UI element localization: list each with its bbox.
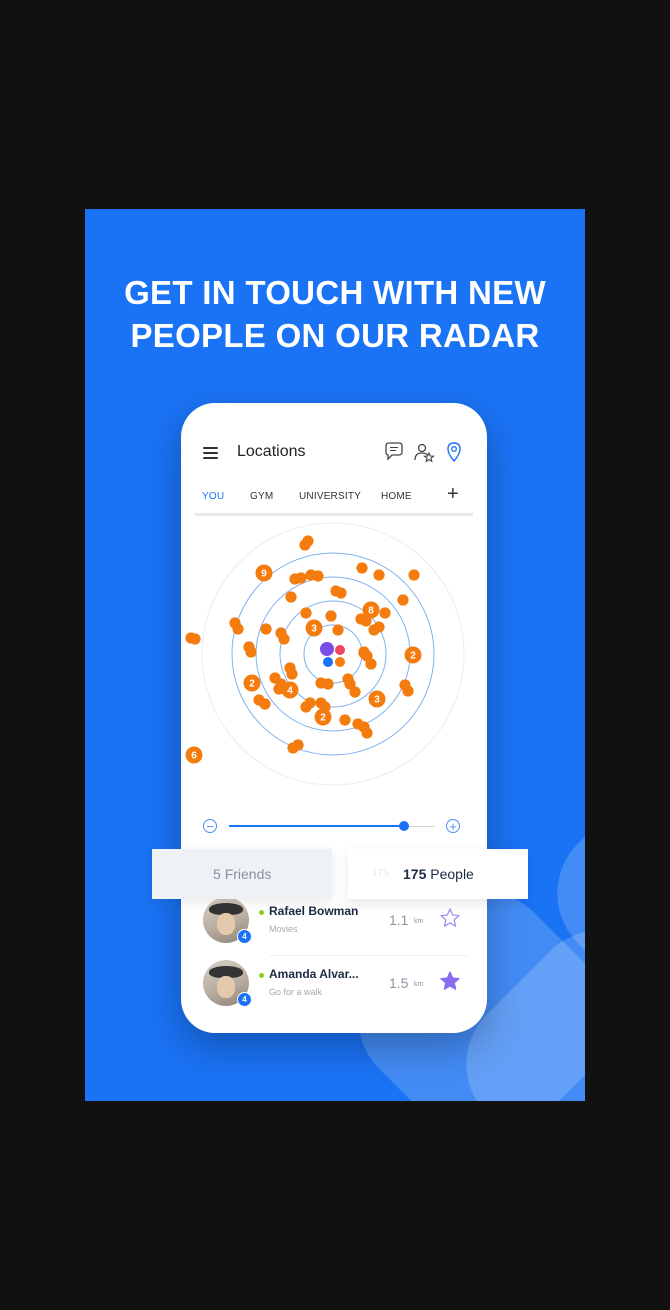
person-distance: 1.1 — [389, 912, 409, 928]
radar-dot[interactable] — [358, 647, 370, 659]
radar-cluster-count: 4 — [287, 686, 293, 697]
zoom-in-button[interactable]: + — [446, 819, 460, 833]
radar-cluster-count: 3 — [311, 624, 317, 635]
tab-gym[interactable]: GYM — [250, 491, 273, 502]
phone-mockup: Locations YOU GYM UNIVERSITY HOME + 9 8 … — [181, 403, 487, 1033]
people-segment[interactable]: 175 175 People — [348, 849, 528, 899]
slider-thumb[interactable] — [399, 821, 410, 831]
radar-dot[interactable] — [339, 714, 351, 726]
radar-dot[interactable] — [349, 686, 361, 698]
radar-dot[interactable] — [397, 594, 409, 606]
radar-dot[interactable] — [373, 621, 385, 633]
radar-cluster-count: 3 — [374, 695, 380, 706]
tab-university[interactable]: UNIVERSITY — [299, 491, 361, 502]
list-item[interactable]: 4 Amanda Alvar... Go for a walk 1.5 km — [181, 956, 487, 1018]
zoom-out-button[interactable]: − — [203, 819, 217, 833]
person-activity: Go for a walk — [269, 987, 323, 997]
list-item[interactable]: 4 Rafael Bowman Movies 1.1 km — [181, 893, 487, 956]
radar-dot[interactable] — [408, 569, 420, 581]
radar-dot[interactable] — [373, 569, 385, 581]
radar-dot[interactable] — [300, 607, 312, 619]
location-pin-icon[interactable] — [443, 441, 465, 463]
slider-fill — [229, 825, 405, 827]
radar-dot[interactable] — [259, 698, 271, 710]
ghost-count: 175 — [372, 868, 389, 879]
menu-icon[interactable] — [203, 447, 218, 459]
radar-dot[interactable] — [245, 646, 257, 658]
radar-dot[interactable] — [278, 633, 290, 645]
distance-unit: km — [414, 918, 424, 925]
people-label: People — [430, 866, 474, 882]
radar-cluster-count: 2 — [410, 651, 416, 662]
people-count: 175 — [403, 866, 427, 882]
radar-dot[interactable] — [332, 624, 344, 636]
radar-dot[interactable] — [285, 591, 297, 603]
promo-poster: GET IN TOUCH WITH NEW PEOPLE ON OUR RADA… — [85, 209, 585, 1101]
radar-dot[interactable] — [304, 697, 316, 709]
radar-dot[interactable] — [292, 739, 304, 751]
radar-clusters: 9 8 3 2 2 4 3 2 6 — [185, 564, 422, 764]
location-tabs: YOU GYM UNIVERSITY HOME + — [195, 483, 473, 516]
people-star-icon[interactable] — [413, 441, 435, 463]
person-name: Amanda Alvar... — [269, 967, 359, 981]
radar-dot[interactable] — [402, 685, 414, 697]
friends-count: 5 — [213, 866, 221, 882]
chat-icon[interactable] — [383, 441, 405, 463]
radar-dot[interactable] — [189, 633, 201, 645]
headline-line-1: GET IN TOUCH WITH NEW — [124, 274, 546, 311]
friends-segment[interactable]: 5 Friends — [152, 849, 332, 899]
radar-dot[interactable] — [361, 727, 373, 739]
online-indicator — [259, 973, 264, 978]
tab-home[interactable]: HOME — [381, 491, 412, 502]
radar-cluster-count: 2 — [249, 679, 255, 690]
app-logo-icon — [320, 642, 345, 667]
favorite-star-icon[interactable] — [439, 907, 461, 929]
radar-dot[interactable] — [335, 587, 347, 599]
app-header: Locations — [181, 439, 487, 469]
radar-cluster-count: 2 — [320, 713, 326, 724]
online-indicator — [259, 910, 264, 915]
radar-dot[interactable] — [356, 562, 368, 574]
radar-dot[interactable] — [295, 572, 307, 584]
radar-dot[interactable] — [322, 678, 334, 690]
person-name: Rafael Bowman — [269, 904, 359, 918]
range-slider[interactable]: − + — [203, 819, 465, 835]
radar-dot[interactable] — [232, 623, 244, 635]
headline-line-2: PEOPLE ON OUR RADAR — [130, 317, 540, 354]
headline: GET IN TOUCH WITH NEW PEOPLE ON OUR RADA… — [85, 271, 585, 357]
radar-cluster-count: 6 — [191, 751, 197, 762]
distance-unit: km — [414, 981, 424, 988]
page-title: Locations — [237, 443, 306, 460]
radar-rings — [201, 522, 465, 786]
radar-dot[interactable] — [312, 570, 324, 582]
person-activity: Movies — [269, 924, 298, 934]
radar-cluster-count: 8 — [368, 606, 374, 617]
radar-map[interactable]: 9 8 3 2 2 4 3 2 6 — [181, 517, 487, 797]
radar-dot[interactable] — [365, 658, 377, 670]
count-badge: 4 — [237, 929, 252, 944]
friends-label: Friends — [224, 866, 272, 882]
radar-dot[interactable] — [260, 623, 272, 635]
person-distance: 1.5 — [389, 975, 409, 991]
count-badge: 4 — [237, 992, 252, 1007]
radar-dot[interactable] — [286, 668, 298, 680]
radar-cluster-count: 9 — [261, 569, 267, 580]
tab-you[interactable]: YOU — [202, 491, 224, 502]
favorite-star-filled-icon[interactable] — [439, 970, 461, 992]
add-tab-button[interactable]: + — [447, 483, 459, 506]
radar-dot[interactable] — [325, 610, 337, 622]
radar-dot[interactable] — [302, 535, 314, 547]
radar-dot[interactable] — [379, 607, 391, 619]
segment-control: 5 Friends 175 175 People — [152, 849, 528, 899]
